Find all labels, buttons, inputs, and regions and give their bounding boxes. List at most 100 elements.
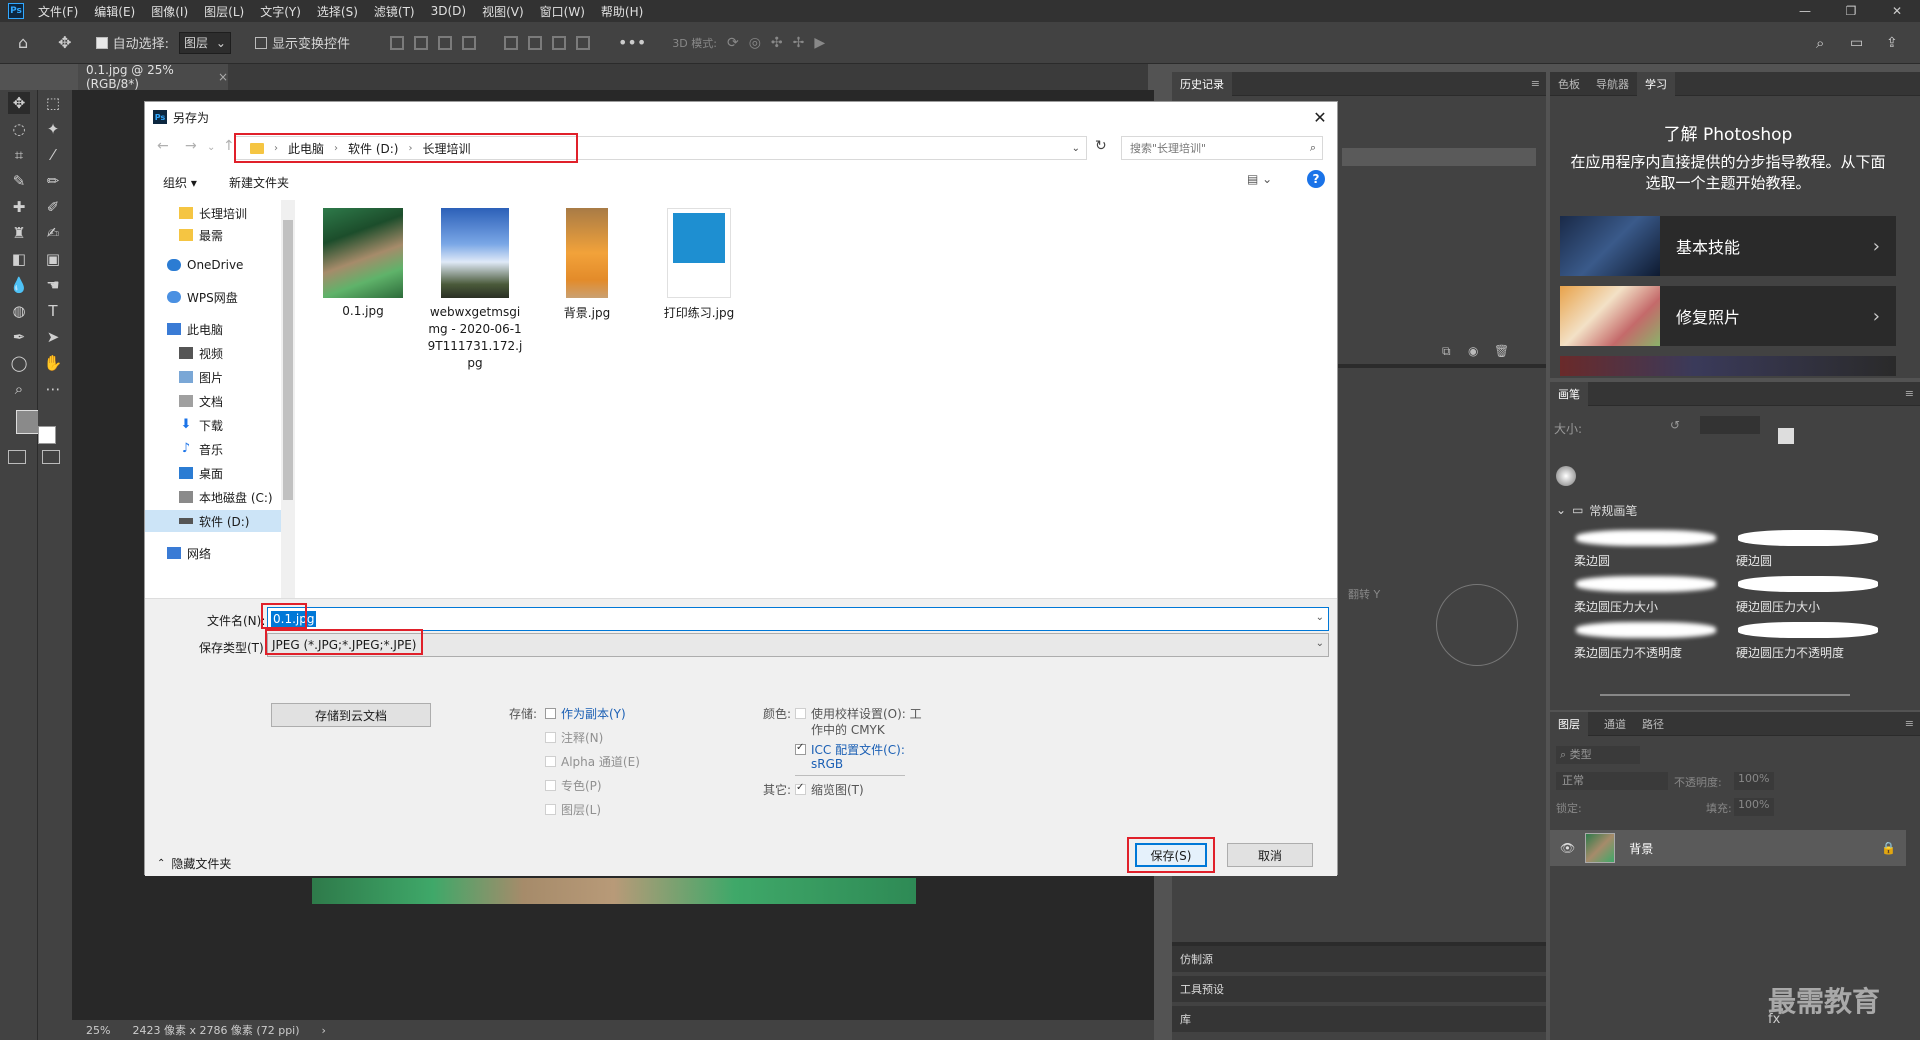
scroll-thumb[interactable] <box>283 220 293 500</box>
align-right-icon[interactable] <box>437 35 452 50</box>
eye-icon[interactable]: 👁 <box>1560 841 1575 855</box>
brush-tab[interactable]: 画笔 <box>1550 381 1588 406</box>
brush-preset[interactable]: 柔边圆 <box>1568 526 1726 570</box>
brush-size-slider[interactable] <box>1600 694 1850 696</box>
brush-preset[interactable]: 柔边圆压力大小 <box>1568 572 1726 616</box>
stamp-tool-icon[interactable]: ♜ <box>8 222 30 244</box>
eyedropper-tool-icon[interactable]: ⁄ <box>42 144 64 166</box>
show-transform-checkbox[interactable]: 显示变换控件 <box>254 33 350 52</box>
document-tab[interactable]: 0.1.jpg @ 25%(RGB/8*) × <box>78 63 228 91</box>
align-middle-icon[interactable] <box>527 35 542 50</box>
smudge-tool-icon[interactable]: ☚ <box>42 274 64 296</box>
nav-item-wps[interactable]: WPS网盘 <box>145 286 281 308</box>
recent-dropdown-icon[interactable]: ⌄ <box>207 142 215 153</box>
learn-card-partial[interactable] <box>1560 356 1896 376</box>
filetype-dropdown[interactable]: JPEG (*.JPG;*.JPEG;*.JPE) ⌄ <box>267 633 1329 657</box>
layers-tab[interactable]: 图层 <box>1550 711 1588 736</box>
restore-icon[interactable]: ❐ <box>1828 0 1874 22</box>
dodge-tool-icon[interactable]: ◍ <box>8 300 30 322</box>
clone-source-tab[interactable]: 仿制源 <box>1180 951 1213 967</box>
nav-item-music[interactable]: ♪ 音乐 <box>145 438 281 460</box>
3d-slide-icon[interactable]: ✢ <box>793 35 805 51</box>
view-options-icon[interactable]: ▤ ⌄ <box>1247 172 1272 186</box>
crop-tool-icon[interactable]: ⌗ <box>8 144 30 166</box>
screen-mode-icon[interactable] <box>42 450 60 464</box>
nav-item-pictures[interactable]: 图片 <box>145 366 281 388</box>
zoom-level[interactable]: 25% <box>86 1024 110 1037</box>
navigator-tab[interactable]: 导航器 <box>1596 76 1629 92</box>
history-tab[interactable]: 历史记录 <box>1172 71 1232 96</box>
gradient-tool-icon[interactable]: ▣ <box>42 248 64 270</box>
cancel-button[interactable]: 取消 <box>1227 843 1313 867</box>
menu-file[interactable]: 文件(F) <box>30 3 86 20</box>
auto-select-checkbox[interactable]: 自动选择: <box>95 33 169 52</box>
nav-scrollbar[interactable] <box>281 200 295 598</box>
distribute-icon[interactable] <box>461 35 476 50</box>
brush-group-header[interactable]: ⌄ ▭ 常规画笔 <box>1550 498 1910 522</box>
hide-folders-toggle[interactable]: ⌃ 隐藏文件夹 <box>157 855 231 872</box>
fill-input[interactable]: 100% <box>1734 798 1774 816</box>
align-center-icon[interactable] <box>413 35 428 50</box>
spot-colors-checkbox[interactable]: 专色(P) <box>545 777 602 794</box>
blend-mode-dropdown[interactable]: 正常 <box>1556 772 1668 790</box>
help-icon[interactable]: ? <box>1307 170 1325 188</box>
workspace-icon[interactable]: ▭ <box>1850 35 1863 51</box>
as-copy-checkbox[interactable]: 作为副本(Y) <box>545 705 626 722</box>
magic-wand-tool-icon[interactable]: ✦ <box>42 118 64 140</box>
3d-camera-icon[interactable]: ▶ <box>814 35 825 51</box>
lasso-tool-icon[interactable]: ◌ <box>8 118 30 140</box>
align-top-icon[interactable] <box>503 35 518 50</box>
file-item[interactable]: 背景.jpg <box>539 208 635 321</box>
tool-presets-tab[interactable]: 工具预设 <box>1180 981 1224 997</box>
back-icon[interactable]: ← <box>157 138 169 154</box>
healing-tool-icon[interactable]: ✚ <box>8 196 30 218</box>
opacity-input[interactable]: 100% <box>1734 772 1774 790</box>
nav-item-this-pc[interactable]: 此电脑 <box>145 318 281 340</box>
up-icon[interactable]: ↑ <box>223 138 235 154</box>
brush-tool-icon[interactable]: ✎ <box>8 170 30 192</box>
brush-preset[interactable]: 柔边圆压力不透明度 <box>1568 618 1726 662</box>
refresh-icon[interactable]: ↻ <box>1095 138 1107 154</box>
nav-item-downloads[interactable]: ⬇ 下载 <box>145 414 281 436</box>
type-tool-icon[interactable]: T <box>42 300 64 322</box>
nav-item-folder[interactable]: 最需 <box>145 224 281 246</box>
search-icon[interactable]: ⌕ <box>1816 34 1824 52</box>
brush-size-input[interactable] <box>1700 416 1760 434</box>
3d-orbit-icon[interactable]: ⟳ <box>727 35 739 51</box>
new-snapshot-icon[interactable]: ⧉ <box>1442 344 1451 359</box>
foreground-color-swatch[interactable] <box>16 410 40 434</box>
nav-item-onedrive[interactable]: OneDrive <box>145 254 281 276</box>
move-tool-icon[interactable]: ✥ <box>58 33 71 52</box>
layer-filter-dropdown[interactable]: ⌕ 类型 <box>1556 746 1640 764</box>
layer-select-dropdown[interactable]: 图层 ⌄ <box>178 31 231 54</box>
menu-3d[interactable]: 3D(D) <box>423 4 474 18</box>
menu-edit[interactable]: 编辑(E) <box>86 3 143 20</box>
file-item[interactable]: 打印练习.jpg <box>651 208 747 321</box>
close-icon[interactable]: ✕ <box>1874 0 1920 22</box>
pencil-tool-icon[interactable]: ✏ <box>42 170 64 192</box>
proof-setup-checkbox[interactable]: 使用校样设置(O): 工 <box>795 705 922 722</box>
more-options-icon[interactable]: ••• <box>618 33 646 52</box>
thumbnail-checkbox[interactable]: 缩览图(T) <box>795 781 864 798</box>
more-tools-icon[interactable]: ⋯ <box>42 378 64 400</box>
menu-type[interactable]: 文字(Y) <box>252 3 309 20</box>
library-tab[interactable]: 库 <box>1180 1011 1191 1027</box>
hand-tool-icon[interactable]: ✋ <box>42 352 64 374</box>
distribute-vertical-icon[interactable] <box>575 35 590 50</box>
alpha-channels-checkbox[interactable]: Alpha 通道(E) <box>545 753 640 770</box>
learn-tab[interactable]: 学习 <box>1637 71 1675 96</box>
brush-preset[interactable]: 硬边圆 <box>1730 526 1888 570</box>
nav-item-folder[interactable]: 长理培训 <box>145 202 281 224</box>
chevron-down-icon[interactable]: ⌄ <box>1072 143 1080 154</box>
background-color-swatch[interactable] <box>38 426 56 444</box>
align-left-icon[interactable] <box>389 35 404 50</box>
forward-icon[interactable]: → <box>185 138 197 154</box>
marquee-tool-icon[interactable]: ⬚ <box>42 92 64 114</box>
file-item[interactable]: 0.1.jpg <box>315 208 411 318</box>
align-bottom-icon[interactable] <box>551 35 566 50</box>
move-tool-icon[interactable]: ✥ <box>8 92 30 114</box>
new-folder-button[interactable]: 新建文件夹 <box>229 174 289 191</box>
menu-select[interactable]: 选择(S) <box>309 3 366 20</box>
path-select-tool-icon[interactable]: ➤ <box>42 326 64 348</box>
status-arrow-icon[interactable]: › <box>322 1024 326 1037</box>
